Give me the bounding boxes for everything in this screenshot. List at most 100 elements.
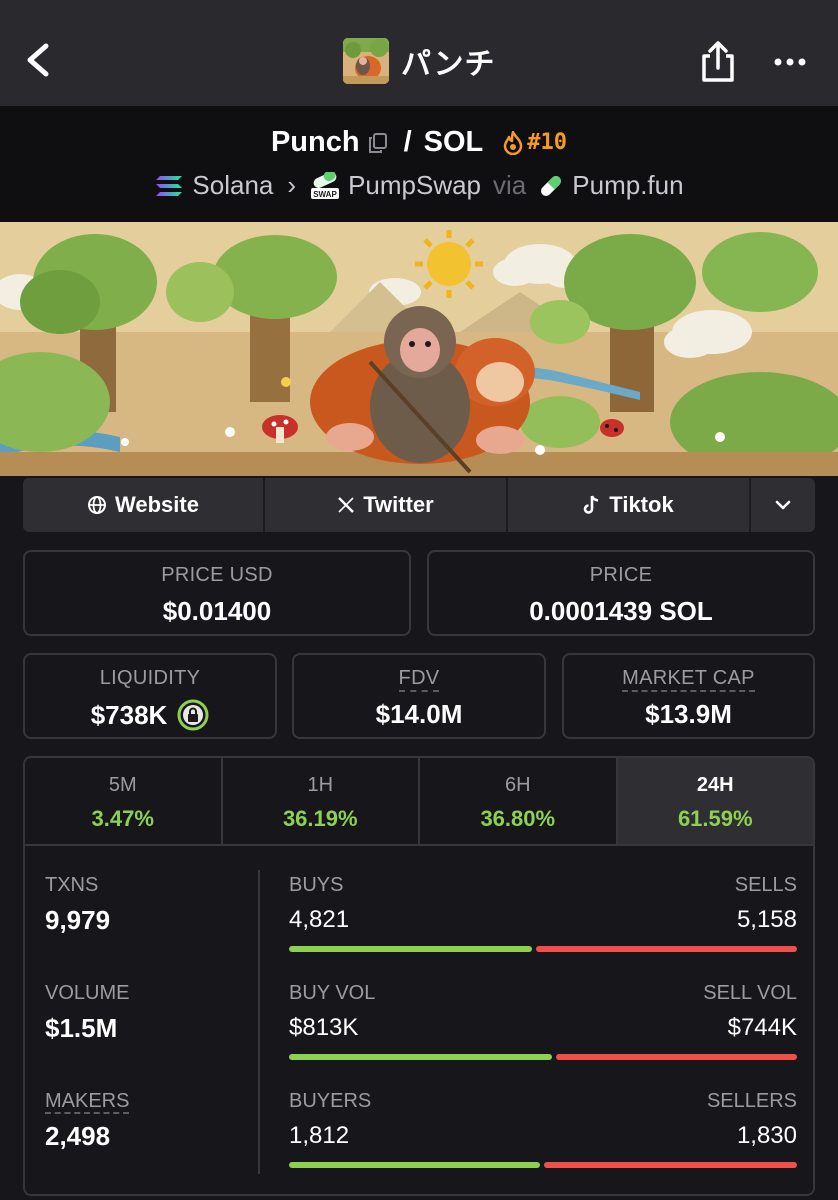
globe-icon — [88, 496, 107, 514]
sell-volume-bar-fill — [556, 1054, 797, 1060]
market-cap-value: $13.9M — [645, 699, 732, 729]
sells-value: 5,158 — [736, 906, 797, 933]
x-icon — [338, 497, 355, 513]
price-native-card: PRICE 0.0001439 SOL — [427, 550, 815, 636]
buyers-value: 1,812 — [289, 1122, 350, 1149]
market-cap-card: MARKET CAP $13.9M — [562, 653, 815, 739]
liquidity-card: LIQUIDITY $738K — [23, 653, 277, 739]
dex-link[interactable]: PumpSwap — [348, 170, 481, 201]
price-usd-card: PRICE USD $0.01400 — [23, 550, 411, 636]
pair-header: Punch / SOL #10 Solana › SWAP PumpSwap v… — [0, 106, 838, 222]
website-label: Website — [115, 492, 199, 517]
twitter-button[interactable]: Twitter — [265, 478, 508, 532]
tab-5m-change: 3.47% — [91, 806, 154, 831]
back-arrow-icon[interactable] — [22, 40, 56, 80]
tiktok-icon — [584, 495, 599, 514]
launchpad-link[interactable]: Pump.fun — [572, 170, 683, 201]
copy-icon[interactable] — [368, 132, 388, 154]
social-links-bar: Website Twitter Tiktok — [23, 478, 815, 532]
price-native-label: PRICE — [589, 564, 653, 586]
price-native-value: 0.0001439 SOL — [529, 596, 713, 626]
timeframe-tabs: 5M 3.47% 1H 36.19% 6H 36.80% 24H 61.59% — [25, 758, 813, 846]
sell-volume-label: SELL VOL — [703, 982, 797, 1004]
makers-value: 2,498 — [45, 1121, 111, 1151]
buys-label: BUYS — [289, 874, 344, 896]
fdv-card: FDV $14.0M — [292, 653, 546, 739]
more-options-icon[interactable] — [772, 50, 808, 74]
pair-separator: / — [403, 126, 412, 158]
tab-6h[interactable]: 6H 36.80% — [420, 758, 618, 844]
tab-5m[interactable]: 5M 3.47% — [25, 758, 223, 844]
top-nav-bar: パンチ — [0, 0, 838, 106]
sells-label: SELLS — [734, 874, 797, 896]
liquidity-label: LIQUIDITY — [99, 667, 201, 689]
base-token-symbol: Punch — [270, 126, 360, 158]
pair-route-row: Solana › SWAP PumpSwap via Pump.fun — [0, 170, 838, 201]
flame-icon — [504, 130, 523, 155]
buys-bar-fill — [289, 946, 532, 952]
fdv-label[interactable]: FDV — [294, 667, 544, 692]
token-avatar — [343, 38, 389, 84]
tab-1h-label: 1H — [307, 774, 334, 796]
website-button[interactable]: Website — [23, 478, 265, 532]
svg-text:SWAP: SWAP — [313, 190, 337, 199]
buy-volume-value: $813K — [289, 1014, 359, 1041]
sells-bar-fill — [536, 946, 797, 952]
makers-stat: MAKERS 2,498 — [45, 1090, 130, 1152]
market-cap-label[interactable]: MARKET CAP — [564, 667, 813, 692]
share-icon[interactable] — [698, 40, 738, 84]
sellers-label: SELLERS — [706, 1090, 797, 1112]
tiktok-label: Tiktok — [609, 492, 674, 517]
txns-value: 9,979 — [45, 905, 111, 935]
volume-label: VOLUME — [45, 982, 130, 1004]
sellers-value: 1,830 — [736, 1122, 797, 1149]
makers-label[interactable]: MAKERS — [45, 1090, 130, 1114]
volume-stat: VOLUME $1.5M — [45, 982, 129, 1044]
tab-24h-label: 24H — [696, 774, 734, 796]
fdv-value: $14.0M — [375, 699, 463, 729]
liquidity-lock-icon[interactable] — [177, 699, 209, 731]
buys-value: 4,821 — [289, 906, 350, 933]
tiktok-button[interactable]: Tiktok — [508, 478, 751, 532]
tab-1h[interactable]: 1H 36.19% — [223, 758, 420, 844]
summary-column: TXNS 9,979 VOLUME $1.5M MAKERS 2,498 — [25, 848, 259, 1194]
price-usd-value: $0.01400 — [162, 596, 272, 626]
tab-6h-label: 6H — [504, 774, 531, 796]
buy-volume-bar-fill — [289, 1054, 552, 1060]
tab-6h-change: 36.80% — [480, 806, 556, 831]
chevron-right-icon: › — [287, 170, 297, 200]
column-divider — [258, 870, 260, 1174]
txns-label: TXNS — [45, 874, 99, 896]
buyers-label: BUYERS — [289, 1090, 372, 1112]
chevron-down-icon — [775, 500, 791, 510]
pair-title-row: Punch / SOL #10 — [0, 126, 838, 159]
quote-token-symbol: SOL — [423, 126, 484, 158]
sellers-bar-fill — [544, 1162, 797, 1168]
solana-icon — [156, 175, 183, 196]
tab-1h-change: 36.19% — [282, 806, 358, 831]
tab-24h[interactable]: 24H 61.59% — [617, 758, 813, 844]
pumpfun-pill-icon — [541, 175, 562, 196]
trending-rank-badge[interactable]: #10 — [503, 130, 567, 155]
buyers-bar-fill — [289, 1162, 540, 1168]
via-label: via — [493, 170, 527, 200]
trading-stats-panel: 5M 3.47% 1H 36.19% 6H 36.80% 24H 61.59% … — [23, 756, 815, 1196]
txns-stat: TXNS 9,979 — [45, 874, 110, 936]
sell-volume-value: $744K — [727, 1014, 797, 1041]
volume-value: $1.5M — [45, 1013, 118, 1043]
token-banner-image — [0, 222, 838, 476]
twitter-label: Twitter — [363, 492, 434, 517]
buyers-ratio-bar — [289, 1162, 797, 1168]
chain-link[interactable]: Solana — [192, 170, 273, 201]
buy-volume-label: BUY VOL — [289, 982, 376, 1004]
volume-ratio-bar — [289, 1054, 797, 1060]
liquidity-value: $738K — [90, 699, 168, 730]
price-usd-label: PRICE USD — [161, 564, 273, 586]
pumpswap-icon: SWAP — [311, 171, 340, 199]
tab-5m-label: 5M — [108, 774, 137, 796]
nav-title: パンチ — [401, 48, 496, 81]
nav-title-group: パンチ — [343, 38, 496, 84]
trending-rank: #10 — [527, 130, 568, 155]
tab-24h-change: 61.59% — [677, 806, 753, 831]
more-socials-button[interactable] — [751, 478, 815, 532]
